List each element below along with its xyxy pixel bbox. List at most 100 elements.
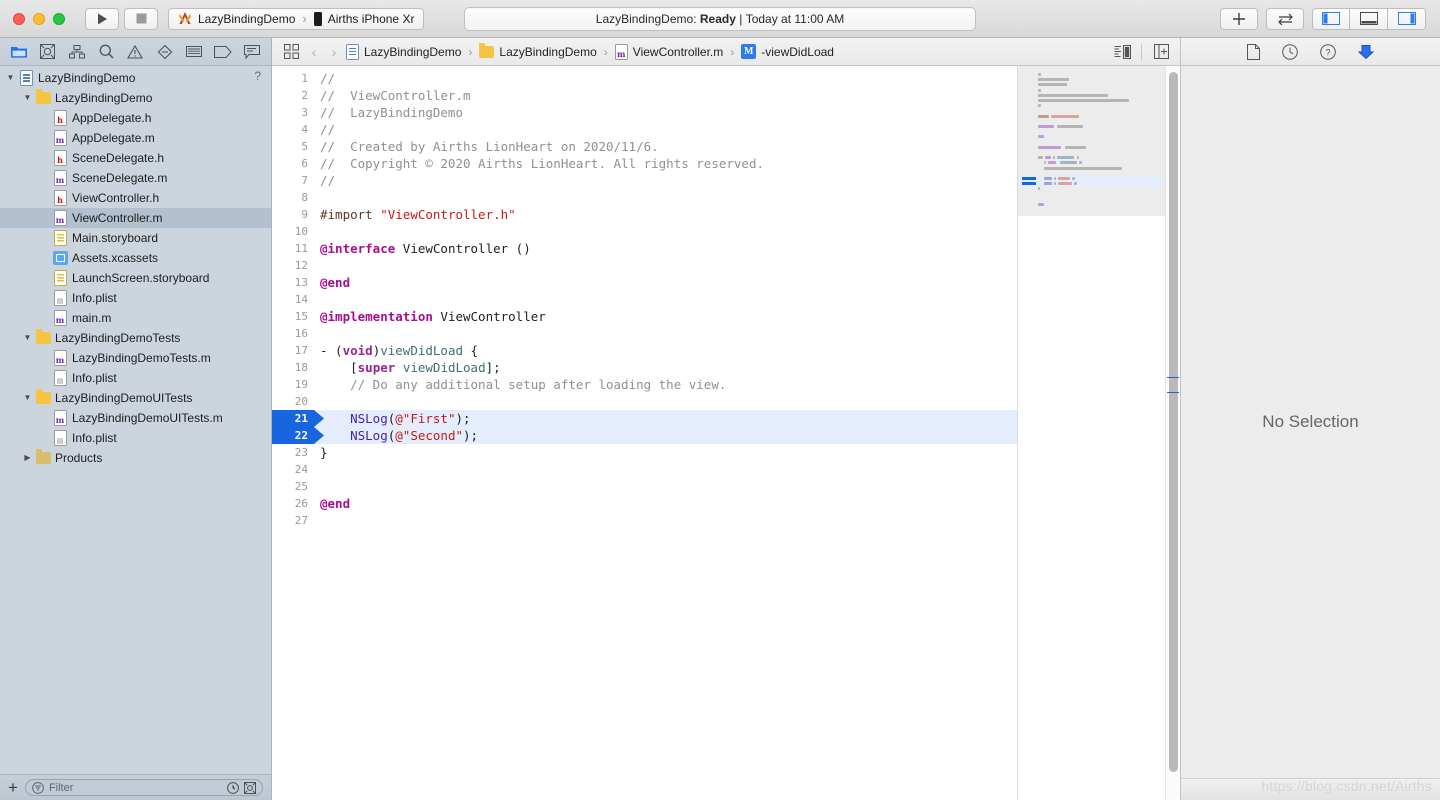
code-line[interactable]: 16 [272, 325, 1017, 342]
toggle-inspector-button[interactable] [1388, 7, 1426, 30]
blue-arrow-down-icon[interactable] [1358, 44, 1374, 60]
file-tree-row[interactable]: ▤ Info.plist [0, 368, 271, 388]
file-tree-row[interactable]: Assets.xcassets [0, 248, 271, 268]
scrollbar-thumb[interactable] [1169, 72, 1178, 772]
find-navigator-tab[interactable] [92, 41, 121, 63]
line-number[interactable]: 21 [272, 412, 316, 425]
code-line[interactable]: 17- (void)viewDidLoad { [272, 342, 1017, 359]
line-number[interactable]: 9 [272, 208, 316, 221]
clock-icon[interactable] [1282, 43, 1298, 60]
add-file-button[interactable]: + [8, 779, 18, 796]
disclosure-triangle-icon[interactable]: ▼ [21, 94, 34, 102]
code-line[interactable]: 13 @end [272, 274, 1017, 291]
source-control-navigator-tab[interactable] [33, 41, 62, 63]
code-review-button[interactable] [1266, 7, 1304, 30]
code-line[interactable]: 9 #import "ViewController.h" [272, 206, 1017, 223]
breakpoint-navigator-tab[interactable] [209, 41, 238, 63]
code-line[interactable]: 12 [272, 257, 1017, 274]
line-number[interactable]: 3 [272, 106, 316, 119]
project-navigator-tab[interactable] [4, 41, 33, 63]
code-line[interactable]: 3 // LazyBindingDemo [272, 104, 1017, 121]
toggle-debug-area-button[interactable] [1350, 7, 1388, 30]
file-tree-row[interactable]: ▤ Info.plist [0, 428, 271, 448]
disclosure-triangle-icon[interactable]: ▶ [21, 454, 34, 462]
code-line[interactable]: 10 [272, 223, 1017, 240]
run-button[interactable] [85, 7, 119, 30]
code-line[interactable]: 23} [272, 444, 1017, 461]
stop-button[interactable] [124, 7, 158, 30]
code-minimap[interactable] [1017, 66, 1165, 800]
filter-input[interactable]: Filter [24, 779, 263, 796]
file-tree-row[interactable]: ▼ LazyBindingDemo [0, 68, 271, 88]
file-tree-row[interactable]: h ViewController.h [0, 188, 271, 208]
breadcrumb-symbol[interactable]: M -viewDidLoad [741, 44, 834, 59]
test-navigator-tab[interactable] [150, 41, 179, 63]
line-number[interactable]: 18 [272, 361, 316, 374]
file-tree-row[interactable]: ▼ LazyBindingDemo [0, 88, 271, 108]
line-number[interactable]: 13 [272, 276, 316, 289]
breadcrumb-group[interactable]: LazyBindingDemo [479, 42, 597, 59]
line-number[interactable]: 25 [272, 480, 316, 493]
code-line[interactable]: 5 // Created by Airths LionHeart on 2020/… [272, 138, 1017, 155]
line-number[interactable]: 23 [272, 446, 316, 459]
code-line[interactable]: 27 [272, 512, 1017, 529]
file-tree-row[interactable]: h AppDelegate.h [0, 108, 271, 128]
line-number[interactable]: 16 [272, 327, 316, 340]
file-tree-row[interactable]: Main.storyboard [0, 228, 271, 248]
line-number[interactable]: 11 [272, 242, 316, 255]
file-tree-row[interactable]: m LazyBindingDemoTests.m [0, 348, 271, 368]
activity-status-bar[interactable]: LazyBindingDemo: Ready | Today at 11:00 … [464, 6, 976, 31]
question-circle-icon[interactable]: ? [1320, 43, 1336, 60]
file-tree-row[interactable]: m AppDelegate.m [0, 128, 271, 148]
line-number[interactable]: 19 [272, 378, 316, 391]
line-number[interactable]: 22 [272, 429, 316, 442]
code-line[interactable]: 8 [272, 189, 1017, 206]
code-line[interactable]: 20 [272, 393, 1017, 410]
line-number[interactable]: 10 [272, 225, 316, 238]
code-line[interactable]: 2 // ViewController.m [272, 87, 1017, 104]
help-indicator[interactable]: ? [254, 69, 261, 83]
line-number[interactable]: 24 [272, 463, 316, 476]
add-editor-split-button[interactable] [1150, 44, 1172, 59]
line-number[interactable]: 17 [272, 344, 316, 357]
symbol-navigator-tab[interactable] [62, 41, 91, 63]
issue-navigator-tab[interactable] [121, 41, 150, 63]
line-number[interactable]: 5 [272, 140, 316, 153]
code-line[interactable]: 18 [super viewDidLoad]; [272, 359, 1017, 376]
breadcrumb-project[interactable]: LazyBindingDemo [346, 43, 461, 60]
file-tree-row[interactable]: ▤ Info.plist [0, 288, 271, 308]
code-line[interactable]: 14 [272, 291, 1017, 308]
line-number[interactable]: 8 [272, 191, 316, 204]
line-number[interactable]: 4 [272, 123, 316, 136]
file-tree-row[interactable]: h SceneDelegate.h [0, 148, 271, 168]
code-line[interactable]: 6 // Copyright © 2020 Airths LionHeart. A… [272, 155, 1017, 172]
line-number[interactable]: 6 [272, 157, 316, 170]
file-tree-row[interactable]: ▶ Products [0, 448, 271, 468]
line-number[interactable]: 1 [272, 72, 316, 85]
line-number[interactable]: 20 [272, 395, 316, 408]
close-window-button[interactable] [13, 12, 25, 25]
related-items-button[interactable] [280, 44, 302, 59]
file-tree-row[interactable]: m LazyBindingDemoUITests.m [0, 408, 271, 428]
source-control-filter-icon[interactable] [244, 781, 256, 794]
source-code-editor[interactable]: 1 // 2 // ViewController.m 3 // LazyBindingDe… [272, 66, 1017, 800]
disclosure-triangle-icon[interactable]: ▼ [21, 334, 34, 342]
disclosure-triangle-icon[interactable]: ▼ [21, 394, 34, 402]
disclosure-triangle-icon[interactable]: ▼ [4, 74, 17, 82]
line-number[interactable]: 15 [272, 310, 316, 323]
file-tree-row[interactable]: ▼ LazyBindingDemoTests [0, 328, 271, 348]
line-number[interactable]: 27 [272, 514, 316, 527]
code-line[interactable]: 15 @implementation ViewController [272, 308, 1017, 325]
file-tree-row[interactable]: ▼ LazyBindingDemoUITests [0, 388, 271, 408]
add-editor-button[interactable] [1220, 7, 1258, 30]
code-line[interactable]: 24 [272, 461, 1017, 478]
toggle-navigator-button[interactable] [1312, 7, 1350, 30]
line-number[interactable]: 7 [272, 174, 316, 187]
code-line[interactable]: 4 // [272, 121, 1017, 138]
file-tree-row[interactable]: m ViewController.m [0, 208, 271, 228]
project-file-tree[interactable]: ? ▼ LazyBindingDemo ▼ LazyBindingDemo h AppDe… [0, 66, 271, 774]
code-line[interactable]: 7 // [272, 172, 1017, 189]
report-navigator-tab[interactable] [238, 41, 267, 63]
toggle-minimap-button[interactable] [1111, 44, 1133, 59]
file-tree-row[interactable]: m SceneDelegate.m [0, 168, 271, 188]
